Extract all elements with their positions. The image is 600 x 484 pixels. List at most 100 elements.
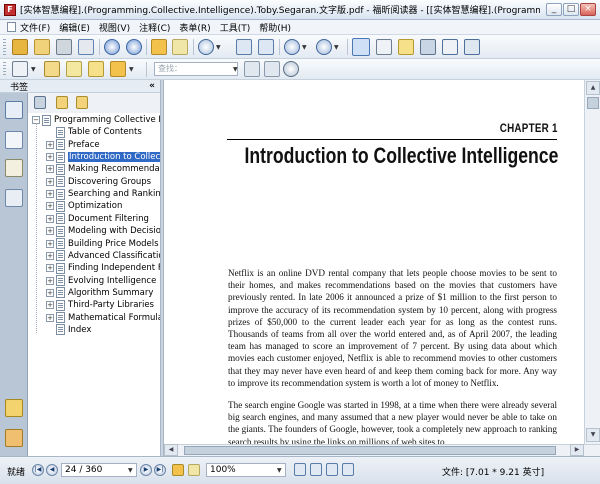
menu-item[interactable]: 帮助(H) [258, 21, 292, 34]
print-icon[interactable] [56, 39, 72, 55]
close-button[interactable]: × [580, 3, 596, 16]
continuous-facing-view-icon[interactable] [342, 463, 354, 476]
expand-toggle[interactable]: + [46, 264, 54, 273]
comments-tab-icon[interactable] [5, 399, 23, 417]
pencil-dropdown-arrow[interactable]: ▼ [31, 66, 36, 73]
bookmark-item[interactable]: Table of Contents [46, 126, 142, 138]
find-zoom-icon[interactable] [283, 61, 299, 77]
history-forward-icon[interactable] [188, 464, 200, 476]
email-icon[interactable] [78, 39, 94, 55]
scroll-left-button[interactable]: ◀ [164, 444, 178, 456]
menu-item[interactable]: 文件(F) [7, 21, 51, 34]
zoom-in-icon[interactable] [198, 39, 214, 55]
maximize-button[interactable]: □ [563, 3, 579, 16]
zoom-in-plus-icon[interactable] [316, 39, 332, 55]
bookmark-item[interactable]: + Mathematical Formulas [46, 312, 160, 324]
collapse-panel-button[interactable]: « [149, 81, 155, 91]
zoom-out-dropdown-arrow[interactable]: ▼ [302, 44, 307, 51]
expand-toggle[interactable]: + [46, 301, 54, 310]
vertical-scrollbar[interactable]: ▲ ▼ [584, 80, 600, 444]
expand-toggle[interactable]: + [46, 140, 54, 149]
bookmark-item[interactable]: + Introduction to Collecti [46, 151, 160, 163]
first-page-icon[interactable]: |◀ [32, 464, 44, 476]
expand-toggle[interactable]: + [46, 165, 54, 174]
delete-bookmark-icon[interactable] [34, 96, 46, 109]
bookmark-item[interactable]: + Algorithm Summary [46, 287, 153, 299]
horizontal-scroll-thumb[interactable] [184, 446, 556, 455]
expand-toggle[interactable]: + [46, 251, 54, 260]
fit-width-icon[interactable] [258, 39, 274, 55]
bookmark-item[interactable]: + Third-Party Libraries [46, 299, 154, 311]
layers-tab-icon[interactable] [5, 189, 23, 207]
pointer-icon[interactable] [398, 39, 414, 55]
image-tool-icon[interactable] [464, 39, 480, 55]
hand-tool-icon[interactable] [352, 38, 370, 56]
expand-toggle[interactable]: + [46, 239, 54, 248]
expand-toggle[interactable]: + [46, 313, 54, 322]
bookmark-item[interactable]: + Advanced Classification: [46, 250, 160, 262]
bookmark-item[interactable]: + Searching and Ranking [46, 188, 160, 200]
next-page-icon[interactable]: ▶ [140, 464, 152, 476]
toolbar-grip[interactable] [3, 39, 6, 55]
facing-view-icon[interactable] [326, 463, 338, 476]
bookmark-item[interactable]: + Finding Independent Fe [46, 262, 160, 274]
history-back-icon[interactable] [172, 464, 184, 476]
callout-dropdown-arrow[interactable]: ▼ [129, 66, 134, 73]
bookmarks-tab-icon[interactable] [5, 101, 23, 119]
expand-toggle[interactable]: + [46, 288, 54, 297]
zoom-out-icon[interactable] [284, 39, 300, 55]
minimize-button[interactable]: _ [546, 3, 562, 16]
menu-item[interactable]: 表单(R) [178, 21, 211, 34]
scroll-down-button[interactable]: ▼ [586, 428, 600, 442]
pencil-icon[interactable] [12, 61, 28, 77]
pages-tab-icon[interactable] [5, 131, 23, 149]
menu-item[interactable]: 注释(C) [138, 21, 171, 34]
text-tool-icon[interactable] [442, 39, 458, 55]
find-prev-icon[interactable] [244, 61, 260, 77]
last-page-icon[interactable]: ▶| [154, 464, 166, 476]
signatures-tab-icon[interactable] [5, 159, 23, 177]
bookmark-item[interactable]: Index [46, 324, 91, 336]
page-number-field[interactable]: 24 / 360 [61, 463, 137, 477]
prev-page-icon[interactable]: ◀ [46, 464, 58, 476]
expand-bookmark-icon[interactable] [76, 96, 88, 109]
binocular-icon[interactable] [420, 39, 436, 55]
callout-icon[interactable] [110, 61, 126, 77]
scroll-up-button[interactable]: ▲ [586, 81, 600, 95]
expand-toggle[interactable]: + [46, 227, 54, 236]
undo-icon[interactable] [151, 39, 167, 55]
attachments-tab-icon[interactable] [5, 429, 23, 447]
expand-toggle[interactable]: + [46, 177, 54, 186]
expand-toggle[interactable]: + [46, 214, 54, 223]
horizontal-scrollbar[interactable]: ◀ ▶ [164, 444, 600, 456]
expand-toggle[interactable]: + [46, 190, 54, 199]
find-dropdown-arrow[interactable]: ▼ [233, 66, 238, 73]
bookmark-item[interactable]: + Preface [46, 139, 100, 151]
continuous-view-icon[interactable] [310, 463, 322, 476]
fit-page-icon[interactable] [236, 39, 252, 55]
toolbar-grip[interactable] [3, 62, 6, 77]
open-icon[interactable] [12, 39, 28, 55]
expand-toggle[interactable]: + [46, 153, 54, 162]
expand-toggle[interactable]: + [46, 202, 54, 211]
new-bookmark-icon[interactable] [56, 96, 68, 109]
menu-item[interactable]: 视图(V) [98, 21, 131, 34]
scroll-right-button[interactable]: ▶ [570, 444, 584, 456]
bookmark-item[interactable]: + Modeling with Decision [46, 225, 160, 237]
typewriter-icon[interactable] [44, 61, 60, 77]
zoom-level-dropdown-arrow[interactable]: ▼ [277, 467, 282, 474]
page-dropdown-arrow[interactable]: ▼ [128, 467, 133, 474]
note-icon[interactable] [66, 61, 82, 77]
bookmark-item[interactable]: + Building Price Models [46, 238, 159, 250]
bookmark-item[interactable]: + Optimization [46, 200, 122, 212]
page-down-icon[interactable] [126, 39, 142, 55]
find-input[interactable]: 查找： [154, 62, 238, 76]
zoom-field[interactable]: 100% [206, 463, 286, 477]
zoom-dropdown-arrow[interactable]: ▼ [216, 44, 221, 51]
expand-toggle[interactable]: + [46, 276, 54, 285]
bookmark-root[interactable]: − Programming Collective Int [32, 114, 160, 126]
text-select-icon[interactable] [376, 39, 392, 55]
back-icon[interactable] [172, 39, 188, 55]
page-up-icon[interactable] [104, 39, 120, 55]
bookmark-item[interactable]: + Discovering Groups [46, 176, 151, 188]
